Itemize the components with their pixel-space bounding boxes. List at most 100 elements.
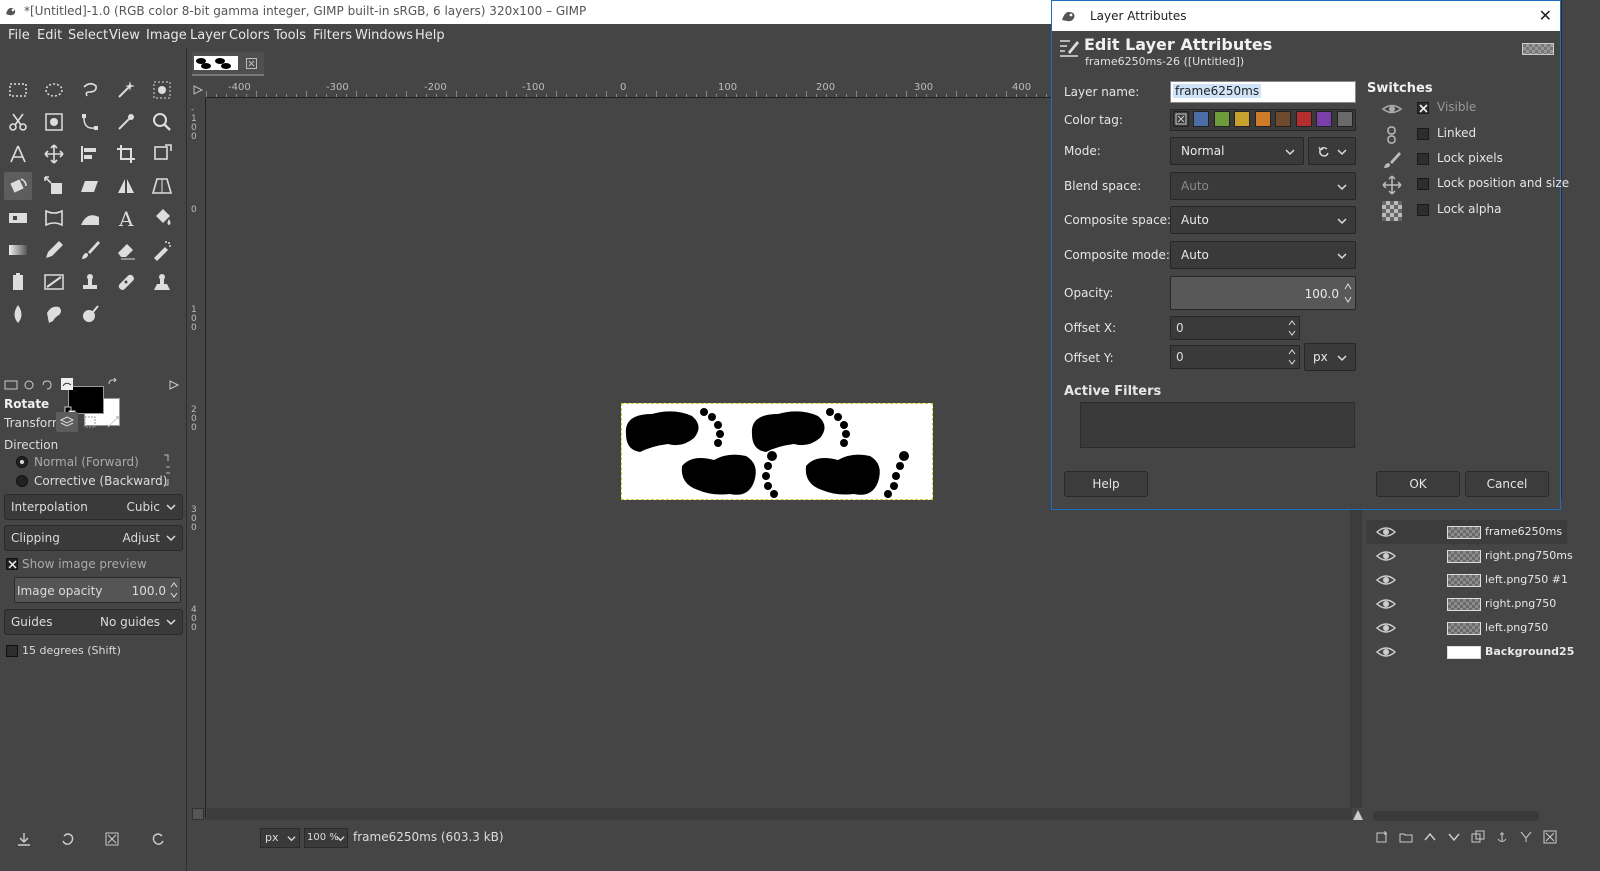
menu-tools[interactable]: Tools (274, 28, 306, 43)
close-tab-icon[interactable] (246, 58, 257, 69)
menu-layer[interactable]: Layer (190, 28, 226, 43)
path-transform-icon[interactable] (106, 415, 120, 429)
merge-layer-icon[interactable] (1519, 830, 1533, 844)
mode-switch-button[interactable] (1308, 137, 1356, 165)
menu-filters[interactable]: Filters (313, 28, 352, 43)
color-tag-red[interactable] (1296, 111, 1312, 127)
image-canvas[interactable] (621, 403, 933, 500)
menu-help[interactable]: Help (415, 28, 445, 43)
measure-tool[interactable] (4, 140, 32, 168)
visible-checkbox[interactable] (1417, 102, 1429, 114)
new-layer-group-icon[interactable] (1399, 830, 1413, 844)
menu-edit[interactable]: Edit (37, 28, 62, 43)
spin-arrows-icon[interactable] (1288, 319, 1296, 337)
clone-tool[interactable] (76, 268, 104, 296)
unit-select[interactable]: px (260, 828, 300, 848)
mode-select[interactable]: Normal (1170, 137, 1304, 165)
delete-layer-icon[interactable] (1543, 830, 1557, 844)
blur-sharpen-tool[interactable] (4, 300, 32, 328)
composite-space-select[interactable]: Auto (1170, 206, 1356, 234)
device-status-tab-icon[interactable] (22, 378, 36, 392)
delete-options-icon[interactable] (104, 831, 120, 847)
rotate-tool[interactable] (4, 172, 32, 200)
layer-name-input[interactable]: frame6250ms (1170, 81, 1356, 103)
select-by-color-tool[interactable] (148, 76, 176, 104)
ellipse-select-tool[interactable] (40, 76, 68, 104)
color-tag-none[interactable] (1173, 111, 1189, 127)
dodge-burn-tool[interactable] (76, 300, 104, 328)
image-tab[interactable] (192, 52, 264, 76)
scissors-tool[interactable] (4, 108, 32, 136)
menu-select[interactable]: Select (68, 28, 108, 43)
horizontal-scrollbar[interactable] (207, 808, 1352, 820)
duplicate-layer-icon[interactable] (1471, 830, 1485, 844)
cancel-button[interactable]: Cancel (1465, 471, 1549, 497)
unified-transform-tool[interactable] (148, 140, 176, 168)
linked-checkbox[interactable] (1417, 128, 1429, 140)
opacity-spinscale[interactable]: 100.0 (1170, 276, 1356, 310)
menu-file[interactable]: File (8, 28, 30, 43)
ink-tool[interactable] (4, 268, 32, 296)
dialog-close-button[interactable]: ✕ (1539, 6, 1552, 25)
guides-select[interactable]: Guides No guides (4, 609, 183, 635)
free-select-tool[interactable] (76, 76, 104, 104)
images-tab-icon[interactable] (60, 377, 74, 391)
tool-options-tab-icon[interactable] (4, 378, 18, 392)
eye-icon[interactable] (1375, 594, 1397, 614)
layer-row[interactable]: frame6250ms (1367, 520, 1567, 544)
color-tag-green[interactable] (1214, 111, 1230, 127)
undo-history-tab-icon[interactable] (40, 378, 54, 392)
show-preview-checkbox[interactable] (6, 558, 18, 570)
menu-view[interactable]: View (109, 28, 140, 43)
reset-options-icon[interactable] (150, 831, 166, 847)
align-tool[interactable] (76, 140, 104, 168)
dock-menu-icon[interactable] (168, 379, 180, 391)
perspective-tool[interactable] (148, 172, 176, 200)
quick-mask-toggle[interactable] (192, 808, 204, 820)
offset-y-input[interactable]: 0 (1170, 345, 1300, 369)
layer-row[interactable]: Background25 (1367, 640, 1574, 664)
handle-transform-tool[interactable] (76, 204, 104, 232)
help-button[interactable]: Help (1064, 471, 1148, 497)
airbrush-tool[interactable] (148, 236, 176, 264)
active-filters-list[interactable] (1080, 402, 1355, 448)
offset-x-input[interactable]: 0 (1170, 316, 1300, 340)
layer-row[interactable]: right.png750 (1367, 592, 1567, 616)
3d-transform-tool[interactable] (4, 204, 32, 232)
direction-corrective-radio[interactable] (16, 475, 28, 487)
color-tag-blue[interactable] (1193, 111, 1209, 127)
layers-horizontal-scrollbar[interactable] (1373, 811, 1539, 821)
smudge-tool[interactable] (40, 300, 68, 328)
spin-arrows-icon[interactable] (1344, 280, 1352, 306)
lock-position-checkbox[interactable] (1417, 178, 1429, 190)
interpolation-select[interactable]: Interpolation Cubic (4, 494, 183, 520)
composite-mode-select[interactable]: Auto (1170, 241, 1356, 269)
selection-transform-icon[interactable] (83, 415, 97, 429)
direction-chain-icon[interactable] (162, 453, 174, 487)
restore-options-icon[interactable] (60, 831, 76, 847)
direction-normal-radio[interactable] (16, 456, 28, 468)
navigate-icon[interactable] (1351, 808, 1365, 822)
lock-pixels-checkbox[interactable] (1417, 153, 1429, 165)
snap-15-degrees-checkbox[interactable] (6, 645, 18, 657)
color-picker-tool[interactable] (112, 108, 140, 136)
eye-icon[interactable] (1375, 546, 1397, 566)
mypaint-brush-tool[interactable] (40, 268, 68, 296)
perspective-clone-tool[interactable] (148, 268, 176, 296)
layer-row[interactable]: left.png750 (1367, 616, 1567, 640)
eye-icon[interactable] (1375, 570, 1397, 590)
rect-select-tool[interactable] (4, 76, 32, 104)
menu-image[interactable]: Image (146, 28, 187, 43)
color-tag-violet[interactable] (1316, 111, 1332, 127)
eye-icon[interactable] (1375, 618, 1397, 638)
paintbrush-tool[interactable] (76, 236, 104, 264)
color-tag-brown[interactable] (1275, 111, 1291, 127)
save-options-icon[interactable] (16, 831, 32, 847)
shear-tool[interactable] (76, 172, 104, 200)
fuzzy-select-tool[interactable] (112, 76, 140, 104)
new-layer-icon[interactable] (1375, 830, 1389, 844)
move-tool[interactable] (40, 140, 68, 168)
crop-tool[interactable] (112, 140, 140, 168)
text-tool[interactable]: A (112, 204, 140, 232)
image-opacity-spinscale[interactable]: Image opacity 100.0 (14, 577, 181, 603)
